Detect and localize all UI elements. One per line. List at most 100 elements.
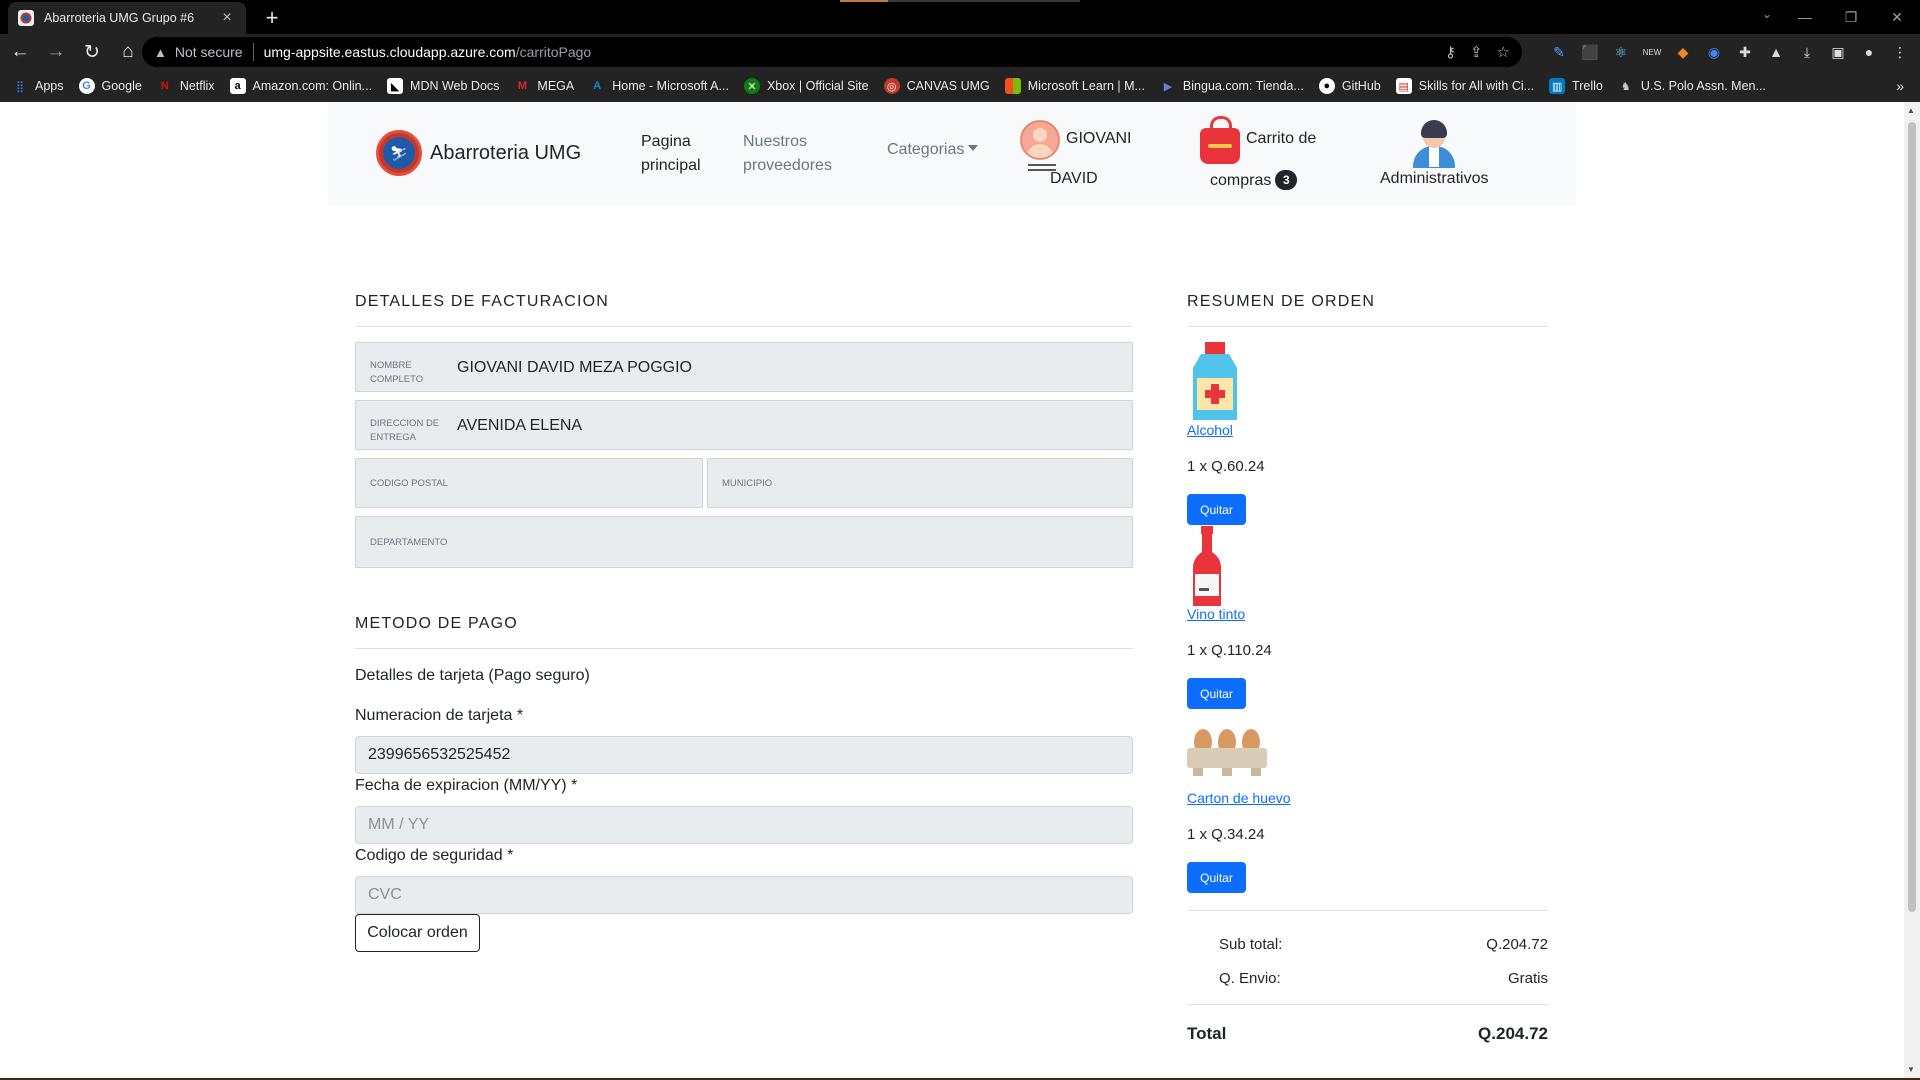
sidepanel-icon[interactable]: ▣	[1828, 42, 1848, 62]
key-icon[interactable]: ⚷	[1445, 43, 1456, 61]
bookmark-microsoft-learn[interactable]: Microsoft Learn | M...	[1004, 78, 1145, 94]
nav-home-link[interactable]: Pagina principal	[641, 130, 701, 178]
new-extension-icon[interactable]: NEW	[1642, 42, 1662, 62]
bookmark-mdn[interactable]: ◣ MDN Web Docs	[387, 78, 499, 94]
billing-divider	[355, 326, 1133, 327]
product-qty: 1 x Q.110.24	[1187, 642, 1272, 659]
page-viewport: ⛷ Abarroteria UMG Pagina principal Nuest…	[0, 102, 1904, 1078]
remove-item-button[interactable]: Quitar	[1187, 494, 1246, 525]
remove-item-button[interactable]: Quitar	[1187, 862, 1246, 893]
forward-icon[interactable]: →	[40, 36, 72, 68]
expiry-input[interactable]: MM / YY	[355, 806, 1133, 844]
restore-icon[interactable]: ❐	[1828, 0, 1874, 34]
postal-code-field[interactable]: CODIGO POSTAL	[355, 458, 703, 508]
tab-close-icon[interactable]: ×	[218, 9, 236, 27]
new-tab-icon[interactable]: +	[260, 5, 284, 31]
product-link[interactable]: Carton de huevo	[1187, 790, 1291, 806]
bookmark-netflix[interactable]: N Netflix	[157, 78, 215, 94]
puzzle-extensions-icon[interactable]: ✚	[1735, 42, 1755, 62]
cart-label-2: compras	[1210, 172, 1272, 189]
place-order-button[interactable]: Colocar orden	[355, 914, 480, 952]
fullname-field[interactable]: NOMBRE COMPLETO GIOVANI DAVID MEZA POGGIO	[355, 342, 1133, 392]
departamento-field[interactable]: DEPARTAMENTO	[355, 516, 1133, 568]
brand-link[interactable]: ⛷ Abarroteria UMG	[376, 130, 581, 176]
remove-item-button[interactable]: Quitar	[1187, 678, 1246, 709]
bookmarks-bar: ⣿ Apps G Google N Netflix a Amazon.com: Onli…	[0, 70, 1920, 102]
bookmark-star-icon[interactable]: ☆	[1497, 43, 1510, 61]
bookmarks-overflow-icon[interactable]: »	[1896, 78, 1904, 94]
nav-cart-link[interactable]: Carrito de compras 3	[1200, 116, 1340, 196]
expiry-label: Fecha de expiracion (MM/YY) *	[355, 777, 578, 794]
shipping-label: Q. Envio:	[1219, 970, 1281, 987]
menu-kebab-icon[interactable]: ⋮	[1890, 42, 1910, 62]
url-path: /carritoPago	[515, 44, 592, 60]
address-field[interactable]: DIRECCION DE ENTREGA AVENIDA ELENA	[355, 400, 1133, 450]
nav-categories-dropdown[interactable]: Categorias	[887, 138, 979, 162]
share-icon[interactable]: ⇪	[1470, 43, 1483, 61]
reload-icon[interactable]: ↻	[76, 36, 108, 68]
minimize-icon[interactable]: —	[1782, 0, 1828, 34]
cisco-icon: ▤	[1395, 78, 1412, 94]
mdn-icon: ◣	[387, 78, 404, 94]
nav-user-profile[interactable]: GIOVANI DAVID	[1020, 116, 1150, 196]
user-first-name: GIOVANI	[1066, 130, 1132, 147]
react-extension-icon[interactable]: ⚛	[1611, 42, 1631, 62]
pen-extension-icon[interactable]: ✎	[1549, 42, 1569, 62]
product-link[interactable]: Alcohol	[1187, 422, 1233, 438]
warning-icon[interactable]: ▲	[154, 45, 167, 60]
shopping-bag-icon	[1200, 116, 1240, 164]
bookmark-amazon[interactable]: a Amazon.com: Onlin...	[229, 78, 372, 94]
umg-logo-icon: ⛷	[376, 130, 422, 176]
cvc-label: Codigo de seguridad *	[355, 847, 514, 864]
pdf-extension-icon[interactable]: ⬛	[1580, 42, 1600, 62]
scrollbar-thumb[interactable]	[1908, 122, 1916, 912]
download-icon[interactable]: ⤓	[1797, 42, 1817, 62]
home-icon[interactable]: ⌂	[112, 36, 144, 68]
address-value: AVENIDA ELENA	[457, 417, 583, 434]
bookmark-skills[interactable]: ▤ Skills for All with Ci...	[1395, 78, 1534, 94]
bookmark-microsoft-azure[interactable]: A Home - Microsoft A...	[589, 78, 729, 94]
user-last-name: DAVID	[1050, 170, 1098, 187]
brand-name: Abarroteria UMG	[430, 141, 582, 164]
bookmark-canvas[interactable]: ◎ CANVAS UMG	[883, 78, 990, 94]
fox-extension-icon[interactable]: ◆	[1673, 42, 1693, 62]
alcohol-bottle-icon	[1193, 342, 1237, 420]
municipio-field[interactable]: MUNICIPIO	[707, 458, 1133, 508]
profile-avatar-icon[interactable]: ●	[1859, 42, 1879, 62]
nav-providers-link[interactable]: Nuestros proveedores	[743, 130, 832, 178]
admin-label: Administrativos	[1380, 170, 1489, 187]
fullname-value: GIOVANI DAVID MEZA POGGIO	[457, 359, 692, 376]
site-navbar: ⛷ Abarroteria UMG Pagina principal Nuest…	[328, 102, 1576, 206]
bookmark-apps[interactable]: ⣿ Apps	[12, 78, 64, 94]
bookmark-google[interactable]: G Google	[78, 78, 142, 94]
nav-admin-link[interactable]: Administrativos	[1380, 116, 1500, 196]
bookmark-trello[interactable]: ▥ Trello	[1549, 78, 1603, 94]
mega-icon: M	[517, 80, 527, 92]
bookmark-bingua[interactable]: ▶ Bingua.com: Tienda...	[1160, 78, 1304, 94]
cvc-input[interactable]: CVC	[355, 876, 1133, 914]
product-link[interactable]: Vino tinto	[1187, 606, 1245, 622]
subtotal-value: Q.204.72	[1486, 936, 1548, 953]
scroll-up-icon[interactable]: ▲	[1907, 106, 1915, 115]
bookmark-github[interactable]: ● GitHub	[1318, 78, 1381, 94]
tab-search-icon[interactable]: ⌄	[1762, 7, 1772, 21]
card-number-label: Numeracion de tarjeta *	[355, 707, 524, 724]
bookmark-xbox[interactable]: ✕ Xbox | Official Site	[743, 78, 869, 94]
payment-title: METODO DE PAGO	[355, 615, 518, 632]
close-window-icon[interactable]: ✕	[1874, 0, 1920, 34]
page-scrollbar[interactable]: ▲ ▼	[1904, 102, 1920, 1078]
github-icon: ●	[1318, 78, 1335, 94]
back-icon[interactable]: ←	[4, 36, 36, 68]
card-number-input[interactable]: 2399656532525452	[355, 736, 1133, 774]
bookmark-mega[interactable]: M MEGA	[514, 78, 574, 94]
flask-extension-icon[interactable]: ▲	[1766, 42, 1786, 62]
trello-icon: ▥	[1549, 78, 1566, 94]
address-bar[interactable]: ▲ Not secure umg-appsite.eastus.cloudapp…	[142, 37, 1522, 67]
browser-tab[interactable]: Abarroteria UMG Grupo #6 ×	[8, 2, 246, 34]
user-avatar-icon	[1020, 120, 1060, 160]
scroll-down-icon[interactable]: ▼	[1907, 1065, 1915, 1074]
summary-divider	[1187, 326, 1549, 327]
bookmark-uspolo[interactable]: ♞ U.S. Polo Assn. Men...	[1618, 78, 1766, 94]
circle-extension-icon[interactable]: ◉	[1704, 42, 1724, 62]
cart-label: Carrito de	[1246, 130, 1317, 147]
